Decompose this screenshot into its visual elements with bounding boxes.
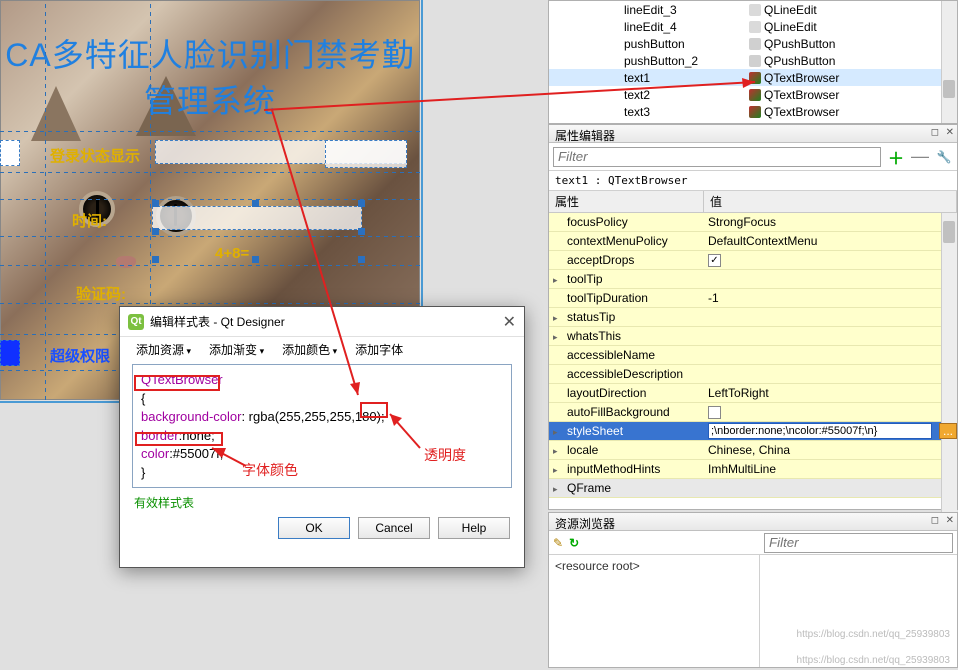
watermark: https://blog.csdn.net/qq_25939803 (797, 655, 950, 666)
property-row[interactable]: ▸QFrame (549, 479, 957, 498)
dialog-menu: 添加资源 添加渐变 添加颜色 添加字体 (120, 337, 524, 364)
qt-icon: Qt (128, 314, 144, 330)
property-editor: 属性编辑器 ◻ ✕ ＋ — 🔧 text1 : QTextBrowser 属性值… (548, 124, 958, 510)
pin-icon[interactable]: ◻ (931, 127, 939, 138)
property-row[interactable]: ▸localeChinese, China (549, 441, 957, 460)
edit-icon[interactable]: ✎ (553, 536, 563, 550)
property-row[interactable]: ▸styleSheet... (549, 422, 957, 441)
status-field-2[interactable] (325, 140, 407, 168)
property-row[interactable]: ▸inputMethodHintsImhMultiLine (549, 460, 957, 479)
watermark: https://blog.csdn.net/qq_25939803 (797, 629, 950, 640)
props-title: 属性编辑器 ◻ ✕ (549, 125, 957, 143)
anno-opacity: 透明度 (424, 445, 466, 465)
help-button[interactable]: Help (438, 517, 510, 539)
property-row[interactable]: accessibleName (549, 346, 957, 365)
verify-label: 验证码: (76, 283, 126, 304)
anno-box-alpha (360, 402, 388, 418)
property-row[interactable]: acceptDrops (549, 251, 957, 270)
pin-icon[interactable]: ◻ (931, 515, 939, 526)
object-inspector: lineEdit_3QLineEditlineEdit_4QLineEditpu… (548, 0, 958, 124)
filter-input[interactable] (553, 147, 881, 167)
anno-fontcolor: 字体颜色 (242, 460, 298, 480)
remove-icon[interactable]: — (911, 148, 929, 166)
super-label: 超级权限 (50, 345, 110, 366)
inspector-row[interactable]: text1QTextBrowser (549, 69, 957, 86)
res-filter-input[interactable] (764, 533, 953, 553)
inspector-row[interactable]: text3QTextBrowser (549, 103, 957, 120)
login-status-label: 登录状态显示 (50, 145, 140, 166)
resource-preview (760, 555, 958, 667)
inspector-row[interactable]: pushButton_2QPushButton (549, 52, 957, 69)
close-icon[interactable]: ✕ (503, 312, 516, 332)
inspector-row[interactable]: lineEdit_3QLineEdit (549, 1, 957, 18)
add-resource-menu[interactable]: 添加资源 (136, 341, 191, 358)
add-icon[interactable]: ＋ (887, 148, 905, 166)
prop-header: 属性值 (549, 191, 957, 213)
app-title: CA多特征人脸识别门禁考勤管理系统 (0, 30, 420, 122)
cancel-button[interactable]: Cancel (358, 517, 430, 539)
time-field[interactable] (152, 206, 362, 230)
resource-tree[interactable]: <resource root> (549, 555, 760, 667)
inspector-row[interactable]: lineEdit_4QLineEdit (549, 18, 957, 35)
anno-box-color (135, 432, 223, 446)
ok-button[interactable]: OK (278, 517, 350, 539)
close-icon[interactable]: ✕ (946, 515, 954, 526)
dialog-title: 编辑样式表 - Qt Designer (150, 313, 285, 330)
resource-browser: 资源浏览器 ◻ ✕ ✎ ↻ <resource root> (548, 512, 958, 668)
blue-square[interactable] (0, 340, 20, 366)
inspector-row[interactable]: text2QTextBrowser (549, 86, 957, 103)
close-icon[interactable]: ✕ (946, 127, 954, 138)
property-row[interactable]: layoutDirectionLeftToRight (549, 384, 957, 403)
property-row[interactable]: ▸toolTip (549, 270, 957, 289)
dialog-status: 有效样式表 (120, 488, 524, 517)
property-row[interactable]: toolTipDuration-1 (549, 289, 957, 308)
dialog-titlebar[interactable]: Qt 编辑样式表 - Qt Designer ✕ (120, 307, 524, 337)
more-button[interactable]: ... (939, 423, 957, 439)
property-row[interactable]: ▸whatsThis (549, 327, 957, 346)
property-row[interactable]: accessibleDescription (549, 365, 957, 384)
scrollbar-vertical[interactable] (941, 1, 957, 123)
add-font-menu[interactable]: 添加字体 (355, 341, 403, 358)
equation-label: 4+8= (215, 245, 249, 262)
scrollbar-vertical[interactable] (941, 213, 957, 513)
property-row[interactable]: focusPolicyStrongFocus (549, 213, 957, 232)
add-gradient-menu[interactable]: 添加渐变 (209, 341, 264, 358)
combo-field[interactable] (0, 140, 20, 166)
property-row[interactable]: ▸statusTip (549, 308, 957, 327)
property-row[interactable]: contextMenuPolicyDefaultContextMenu (549, 232, 957, 251)
inspector-row[interactable]: pushButtonQPushButton (549, 35, 957, 52)
property-row[interactable]: autoFillBackground (549, 403, 957, 422)
time-label: 时间: (72, 210, 107, 231)
refresh-icon[interactable]: ↻ (569, 536, 579, 550)
selected-object: text1 : QTextBrowser (549, 171, 957, 191)
anno-box-selector (134, 375, 220, 391)
wrench-icon[interactable]: 🔧 (935, 148, 953, 166)
res-title: 资源浏览器 ◻ ✕ (549, 513, 957, 531)
add-color-menu[interactable]: 添加颜色 (282, 341, 337, 358)
